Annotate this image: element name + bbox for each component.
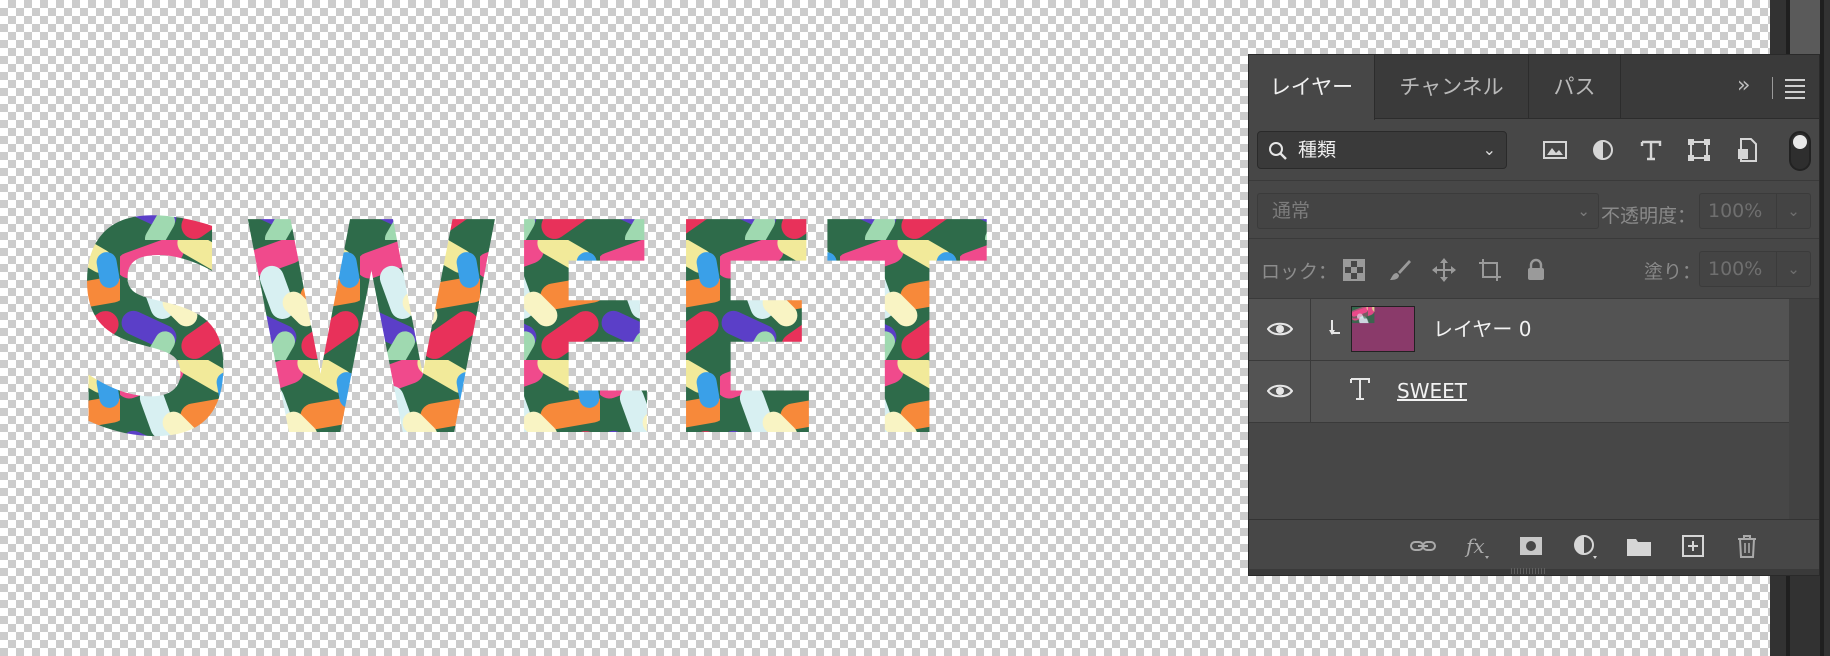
chevron-down-icon[interactable]: ⌄ — [1776, 252, 1810, 286]
search-icon — [1269, 142, 1287, 160]
image-filter-icon[interactable] — [1541, 136, 1569, 164]
fill-label: 塗り： — [1644, 261, 1702, 283]
svg-text:fx: fx — [1464, 534, 1485, 558]
visibility-toggle[interactable] — [1249, 299, 1311, 360]
add-mask-icon[interactable] — [1517, 532, 1545, 560]
candy-thumbnail-image — [1352, 307, 1414, 351]
hamburger-menu-icon[interactable] — [1785, 79, 1805, 103]
chevron-down-icon[interactable]: ⌄ — [1776, 194, 1810, 228]
layer-name[interactable]: レイヤー 0 — [1433, 299, 1531, 359]
adjustment-filter-icon[interactable] — [1589, 136, 1617, 164]
opacity-value: 100% — [1708, 200, 1763, 222]
separator — [1772, 77, 1773, 99]
delete-layer-icon[interactable] — [1733, 532, 1761, 560]
layer-thumbnail — [1351, 306, 1415, 352]
new-layer-icon[interactable] — [1679, 532, 1707, 560]
layer-row-layer-0[interactable]: レイヤー 0 — [1249, 299, 1789, 361]
type-layer-icon — [1350, 378, 1370, 400]
visibility-toggle[interactable] — [1249, 361, 1311, 422]
layer-list-scrollbar[interactable] — [1789, 299, 1819, 519]
lock-artboard-icon[interactable] — [1477, 257, 1503, 283]
link-layers-icon[interactable] — [1409, 532, 1437, 560]
canvas-artwork: SWEET — [70, 161, 989, 501]
fill-field[interactable]: 100% ⌄ — [1699, 251, 1811, 287]
lock-fill-row: ロック： 塗り： 100% ⌄ — [1249, 239, 1819, 299]
filter-toggle[interactable] — [1789, 131, 1811, 171]
opacity-label: 不透明度： — [1601, 205, 1697, 227]
blend-opacity-row: 通常 ⌄ 不透明度： 100% ⌄ — [1249, 181, 1819, 239]
layer-name[interactable]: SWEET — [1397, 361, 1467, 421]
sweet-artwork-text: SWEET — [70, 161, 989, 501]
lock-all-icon[interactable] — [1523, 257, 1549, 283]
layer-row-sweet[interactable]: SWEET — [1249, 361, 1789, 423]
tab-paths[interactable]: パス — [1529, 55, 1621, 119]
panel-resize-grip[interactable] — [1511, 559, 1551, 574]
layer-filter-row: 種類 ⌄ — [1249, 119, 1819, 181]
eye-icon — [1267, 322, 1293, 336]
panel-bottom-edge — [1249, 569, 1819, 575]
panel-tab-bar: レイヤー チャンネル パス » — [1249, 55, 1819, 120]
opacity-field[interactable]: 100% ⌄ — [1699, 193, 1811, 229]
filter-kind-dropdown[interactable]: 種類 ⌄ — [1257, 131, 1507, 169]
lock-label: ロック： — [1261, 261, 1338, 283]
tab-layers[interactable]: レイヤー — [1249, 55, 1375, 120]
chevron-down-icon: ⌄ — [1577, 202, 1590, 220]
double-chevron-right-icon[interactable]: » — [1737, 73, 1750, 98]
tab-channels[interactable]: チャンネル — [1375, 55, 1529, 119]
layer-list: レイヤー 0 SWEET — [1249, 299, 1789, 519]
shape-filter-icon[interactable] — [1685, 136, 1713, 164]
clipping-mask-arrow-icon — [1329, 320, 1340, 335]
lock-transparent-pixels-icon[interactable] — [1341, 257, 1367, 283]
fx-icon[interactable]: fx — [1463, 532, 1491, 560]
new-adjustment-layer-icon[interactable] — [1571, 532, 1599, 560]
type-filter-icon[interactable] — [1637, 136, 1665, 164]
fill-value: 100% — [1708, 258, 1763, 280]
lock-position-icon[interactable] — [1431, 257, 1457, 283]
new-group-icon[interactable] — [1625, 532, 1653, 560]
smart-object-filter-icon[interactable] — [1733, 136, 1761, 164]
blend-mode-value: 通常 — [1272, 200, 1311, 222]
lock-image-pixels-icon[interactable] — [1387, 257, 1413, 283]
blend-mode-dropdown[interactable]: 通常 ⌄ — [1257, 193, 1599, 229]
filter-kind-value: 種類 — [1298, 139, 1337, 161]
layers-panel: レイヤー チャンネル パス » 種類 ⌄ 通常 ⌄ 不透明度： 100% ⌄ ロ… — [1248, 54, 1820, 576]
chevron-down-icon: ⌄ — [1482, 140, 1496, 159]
eye-icon — [1267, 384, 1293, 398]
